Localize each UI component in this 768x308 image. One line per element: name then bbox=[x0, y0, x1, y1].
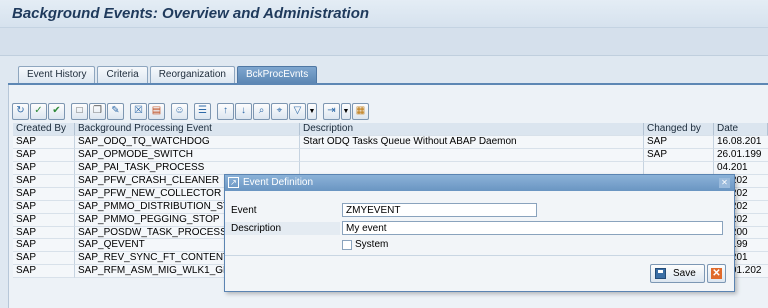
tab-criteria[interactable]: Criteria bbox=[97, 66, 148, 83]
column-header-changed-by[interactable]: Changed by bbox=[644, 123, 714, 136]
dialog-title: Event Definition bbox=[243, 177, 314, 188]
column-header-created-by[interactable]: Created By bbox=[13, 123, 75, 136]
activate-icon[interactable]: ✔ bbox=[48, 102, 65, 120]
tab-reorganization[interactable]: Reorganization bbox=[149, 66, 235, 83]
dialog-title-bar: ↗ Event Definition ✕ bbox=[225, 175, 734, 191]
table-row[interactable]: SAP SAP_PAI_TASK_PROCESS 04.201 bbox=[13, 161, 768, 175]
cell-created-by[interactable]: SAP bbox=[13, 161, 75, 175]
cell-created-by[interactable]: SAP bbox=[13, 148, 75, 162]
cell-date[interactable]: 16.08.201 bbox=[714, 136, 768, 149]
event-definition-dialog: ↗ Event Definition ✕ Event Description S… bbox=[224, 174, 735, 292]
edit-icon[interactable]: ✎ bbox=[107, 102, 124, 120]
cell-description[interactable]: Start ODQ Tasks Queue Without ABAP Daemo… bbox=[300, 135, 644, 149]
title-bar: Background Events: Overview and Administ… bbox=[0, 0, 768, 28]
sort-ascending-icon[interactable]: ↑ bbox=[217, 102, 234, 120]
event-field[interactable] bbox=[342, 203, 537, 217]
cell-changed-by[interactable] bbox=[644, 161, 714, 175]
details-icon[interactable]: ☰ bbox=[194, 102, 211, 120]
cell-created-by[interactable]: SAP bbox=[13, 226, 75, 240]
cell-event[interactable]: SAP_ODQ_TQ_WATCHDOG bbox=[75, 135, 300, 149]
layout-icon[interactable]: ▦ bbox=[352, 102, 369, 120]
cancel-icon: ✕ bbox=[711, 268, 722, 279]
create-icon[interactable]: □ bbox=[71, 102, 88, 120]
delete-icon[interactable]: ☒ bbox=[130, 102, 147, 120]
filter-icon[interactable]: ▽ bbox=[289, 102, 306, 120]
cell-created-by[interactable]: SAP bbox=[13, 213, 75, 227]
cell-description[interactable] bbox=[300, 161, 644, 175]
find-next-icon[interactable]: ⌖ bbox=[271, 102, 288, 120]
cell-changed-by[interactable]: SAP bbox=[644, 148, 714, 162]
application-toolbar-band bbox=[0, 28, 768, 56]
cell-created-by[interactable]: SAP bbox=[13, 239, 75, 253]
refresh-icon[interactable]: ↻ bbox=[12, 102, 29, 120]
table-row[interactable]: SAP SAP_OPMODE_SWITCH SAP 26.01.199 bbox=[13, 148, 768, 162]
cell-event[interactable]: SAP_PAI_TASK_PROCESS bbox=[75, 161, 300, 175]
cell-created-by[interactable]: SAP bbox=[13, 187, 75, 201]
cell-created-by[interactable]: SAP bbox=[13, 200, 75, 214]
system-checkbox[interactable] bbox=[342, 240, 352, 250]
tab-strip: Event History Criteria Reorganization Bc… bbox=[18, 66, 319, 83]
cell-created-by[interactable]: SAP bbox=[13, 174, 75, 188]
column-header-date[interactable]: Date bbox=[714, 123, 768, 136]
column-header-event[interactable]: Background Processing Event bbox=[75, 123, 300, 136]
tab-event-history[interactable]: Event History bbox=[18, 66, 96, 83]
alv-toolbar: ↻ ✓ ✔ □ ❐ ✎ ☒ ▤ ☺ ☰ ↑ ↓ ⌕ ⌖ ▽ ▼ ⇥ ▼ ▦ bbox=[12, 101, 370, 121]
sort-descending-icon[interactable]: ↓ bbox=[235, 102, 252, 120]
table-header: Created By Background Processing Event D… bbox=[13, 123, 768, 136]
table-row[interactable]: SAP SAP_ODQ_TQ_WATCHDOG Start ODQ Tasks Qu… bbox=[13, 135, 768, 149]
cell-date[interactable]: 04.201 bbox=[714, 162, 768, 175]
cell-created-by[interactable]: SAP bbox=[13, 265, 75, 279]
dialog-window-icon: ↗ bbox=[228, 177, 239, 188]
cell-created-by[interactable]: SAP bbox=[13, 135, 75, 149]
system-label: System bbox=[355, 239, 389, 250]
tab-bckprocevnts[interactable]: BckProcEvnts bbox=[236, 66, 318, 83]
column-header-description[interactable]: Description bbox=[300, 123, 644, 136]
cell-changed-by[interactable]: SAP bbox=[644, 135, 714, 149]
description-label: Description bbox=[225, 222, 340, 235]
user-icon[interactable]: ☺ bbox=[171, 102, 188, 120]
filter-dropdown-icon[interactable]: ▼ bbox=[307, 102, 317, 120]
save-icon bbox=[655, 268, 666, 279]
page-title: Background Events: Overview and Administ… bbox=[12, 5, 370, 22]
description-field[interactable] bbox=[342, 221, 723, 235]
cancel-button[interactable]: ✕ bbox=[707, 264, 726, 283]
cell-description[interactable] bbox=[300, 148, 644, 162]
cell-date[interactable]: 26.01.199 bbox=[714, 149, 768, 162]
export-dropdown-icon[interactable]: ▼ bbox=[341, 102, 351, 120]
save-button-label: Save bbox=[673, 268, 696, 279]
cell-created-by[interactable]: SAP bbox=[13, 252, 75, 266]
cell-event[interactable]: SAP_OPMODE_SWITCH bbox=[75, 148, 300, 162]
copy-icon[interactable]: ❐ bbox=[89, 102, 106, 120]
save-button[interactable]: Save bbox=[650, 264, 705, 283]
event-label: Event bbox=[231, 205, 257, 216]
dialog-footer-divider bbox=[225, 255, 734, 256]
check-icon[interactable]: ✓ bbox=[30, 102, 47, 120]
transport-icon[interactable]: ▤ bbox=[148, 102, 165, 120]
close-icon[interactable]: ✕ bbox=[719, 178, 730, 188]
export-icon[interactable]: ⇥ bbox=[323, 102, 340, 120]
find-icon[interactable]: ⌕ bbox=[253, 102, 270, 120]
